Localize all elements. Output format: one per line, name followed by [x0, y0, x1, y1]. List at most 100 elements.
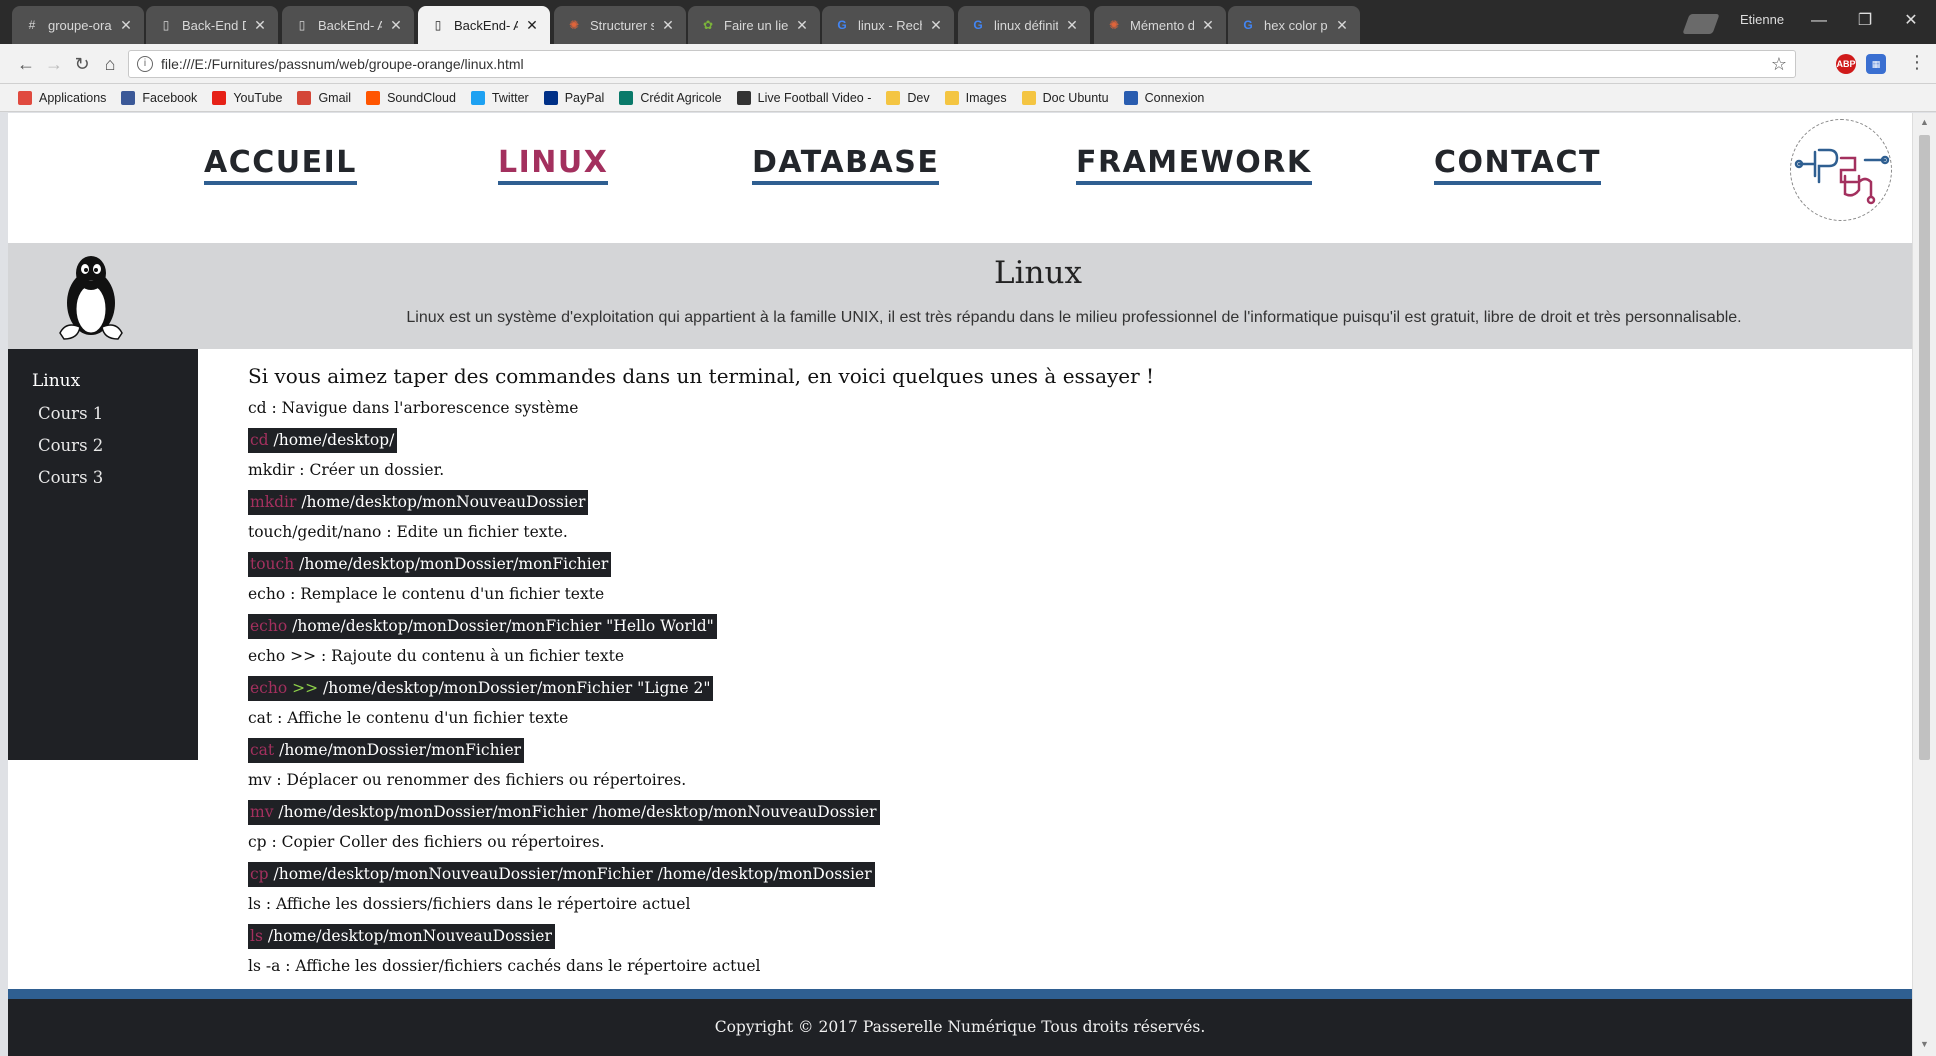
- browser-tab[interactable]: ▯ BackEnd- Accueil ✕: [282, 6, 414, 44]
- command-keyword: echo: [250, 679, 288, 697]
- browser-tab[interactable]: Glinux - Recherche G ✕: [822, 6, 954, 44]
- sidebar-link[interactable]: Cours 1: [38, 403, 198, 425]
- command-example: cd /home/desktop/: [248, 428, 398, 453]
- bookmark-item[interactable]: Live Football Video -: [736, 90, 872, 105]
- browser-tab[interactable]: ✺ Structurer sa page - ✕: [554, 6, 686, 44]
- bookmark-item[interactable]: Facebook: [121, 90, 197, 105]
- bookmark-item[interactable]: Applications: [18, 90, 106, 105]
- command-args: /home/monDossier/monFichier: [279, 741, 522, 759]
- bookmark-item[interactable]: Connexion: [1123, 90, 1204, 105]
- command-args: /home/desktop/monDossier/monFichier /hom…: [278, 803, 877, 821]
- close-tab-icon[interactable]: ✕: [388, 17, 404, 34]
- page-icon: ▯: [162, 18, 170, 32]
- profile-name[interactable]: Etienne: [1740, 12, 1784, 27]
- command-example: echo /home/desktop/monDossier/monFichier…: [248, 614, 717, 639]
- nav-link-framework[interactable]: FRAMEWORK: [1076, 145, 1312, 185]
- command-args: /home/desktop/monDossier/monFichier "Lig…: [323, 679, 711, 697]
- close-tab-icon[interactable]: ✕: [1200, 17, 1216, 34]
- home-icon[interactable]: ⌂: [98, 52, 122, 76]
- scroll-down-icon[interactable]: ▼: [1920, 1039, 1929, 1049]
- page-viewport: ACCUEIL LINUX DATABASE FRAMEWORK CONTACT: [8, 113, 1912, 1056]
- page-scrollbar[interactable]: ▲ ▼: [1912, 113, 1936, 1056]
- bookmark-star-icon[interactable]: ☆: [1771, 54, 1787, 75]
- bookmark-item[interactable]: Doc Ubuntu: [1021, 90, 1109, 105]
- back-arrow-icon[interactable]: ←: [14, 52, 38, 76]
- close-tab-icon[interactable]: ✕: [252, 17, 268, 34]
- close-tab-icon[interactable]: ✕: [794, 17, 810, 34]
- scroll-up-icon[interactable]: ▲: [1920, 117, 1929, 127]
- command-description: ls : Affiche les dossiers/fichiers dans …: [248, 895, 691, 913]
- bookmark-label: SoundCloud: [387, 90, 456, 105]
- folder-icon: [886, 90, 901, 105]
- bookmark-item[interactable]: Gmail: [297, 90, 351, 105]
- command-args: /home/desktop/monDossier/monFichier: [299, 555, 609, 573]
- address-bar[interactable]: i file:///E:/Furnitures/passnum/web/grou…: [128, 50, 1796, 78]
- command-keyword: cd: [250, 431, 269, 449]
- bookmark-item[interactable]: YouTube: [212, 90, 282, 105]
- close-tab-icon[interactable]: ✕: [1064, 17, 1080, 34]
- copyright-text: Copyright © 2017 Passerelle Numérique To…: [714, 1018, 1206, 1036]
- nav-link-accueil[interactable]: ACCUEIL: [204, 145, 357, 185]
- close-tab-icon[interactable]: ✕: [928, 17, 944, 34]
- command-list: cd : Navigue dans l'arborescence système…: [248, 397, 1888, 986]
- command-example-row: mkdir /home/desktop/monNouveauDossier: [248, 490, 1888, 521]
- command-example-row: mv /home/desktop/monDossier/monFichier /…: [248, 800, 1888, 831]
- apps-grid-icon: [18, 90, 32, 105]
- menu-icon[interactable]: ⋮: [1908, 52, 1926, 73]
- close-tab-icon[interactable]: ✕: [660, 17, 676, 34]
- football-icon: [736, 90, 751, 105]
- tab-title: groupe-orange | Pa: [48, 17, 112, 33]
- page-icon: ▯: [298, 18, 306, 32]
- bookmark-label: Images: [965, 90, 1007, 105]
- command-keyword: echo: [250, 617, 288, 635]
- browser-tab[interactable]: ▯ Back-End Developm ✕: [146, 6, 278, 44]
- google-icon: G: [1243, 18, 1253, 32]
- bookmark-item[interactable]: Crédit Agricole: [619, 90, 722, 105]
- openclassrooms-icon: ✺: [568, 18, 580, 32]
- adblock-icon[interactable]: ABP: [1836, 54, 1856, 74]
- command-example: cat /home/monDossier/monFichier: [248, 738, 525, 763]
- scrollbar-thumb[interactable]: [1919, 135, 1930, 760]
- command-description: echo : Remplace le contenu d'un fichier …: [248, 585, 605, 603]
- browser-tab[interactable]: ✿ Faire un lien vers un ✕: [688, 6, 820, 44]
- close-tab-icon[interactable]: ✕: [118, 17, 134, 34]
- bookmark-label: Crédit Agricole: [640, 90, 722, 105]
- restore-icon[interactable]: ❐: [1842, 6, 1888, 36]
- command-example-row: echo >> /home/desktop/monDossier/monFich…: [248, 676, 1888, 707]
- bookmark-item[interactable]: SoundCloud: [366, 90, 456, 105]
- nav-link-linux[interactable]: LINUX: [498, 145, 609, 185]
- close-window-icon[interactable]: ✕: [1888, 6, 1934, 36]
- browser-tab[interactable]: ✺ Mémento des balis ✕: [1094, 6, 1226, 44]
- command-keyword: touch: [250, 555, 295, 573]
- extension-icon[interactable]: ▦: [1866, 54, 1886, 74]
- forward-arrow-icon[interactable]: →: [42, 52, 66, 76]
- close-tab-icon[interactable]: ✕: [1334, 17, 1350, 34]
- banner-description: Linux est un système d'exploitation qui …: [406, 309, 1742, 326]
- browser-tab[interactable]: Glinux définition - Re ✕: [958, 6, 1090, 44]
- address-text[interactable]: file:///E:/Furnitures/passnum/web/groupe…: [161, 56, 524, 72]
- close-tab-icon[interactable]: ✕: [524, 17, 540, 34]
- browser-tab[interactable]: ▯ BackEnd- Accueil ✕: [418, 6, 550, 44]
- sidebar-title[interactable]: Linux: [32, 371, 198, 391]
- passnum-logo[interactable]: [1790, 119, 1892, 221]
- browser-tab[interactable]: # groupe-orange | Pa ✕: [12, 6, 144, 44]
- bookmark-item[interactable]: PayPal: [543, 90, 604, 105]
- sidebar-link[interactable]: Cours 2: [38, 435, 198, 457]
- tab-title: BackEnd- Accueil: [318, 17, 382, 33]
- sidebar-link[interactable]: Cours 3: [38, 467, 198, 489]
- nav-link-contact[interactable]: CONTACT: [1434, 145, 1601, 185]
- bookmark-item[interactable]: Dev: [886, 90, 930, 105]
- bookmark-item[interactable]: Twitter: [470, 90, 529, 105]
- bookmark-item[interactable]: Images: [944, 90, 1007, 105]
- command-description: echo >> : Rajoute du contenu à un fichie…: [248, 647, 625, 665]
- content-heading: Si vous aimez taper des commandes dans u…: [248, 364, 1155, 388]
- tab-title: Mémento des balis: [1130, 17, 1194, 33]
- nav-link-database[interactable]: DATABASE: [752, 145, 940, 185]
- new-tab-button[interactable]: [1682, 14, 1720, 34]
- browser-tab[interactable]: Ghex color picker - R ✕: [1228, 6, 1360, 44]
- reload-icon[interactable]: ↻: [70, 52, 94, 76]
- info-icon[interactable]: i: [137, 56, 153, 72]
- bookmark-label: Live Football Video -: [757, 90, 872, 105]
- minimize-icon[interactable]: —: [1796, 6, 1842, 36]
- command-example: ls /home/desktop/monNouveauDossier: [248, 924, 555, 949]
